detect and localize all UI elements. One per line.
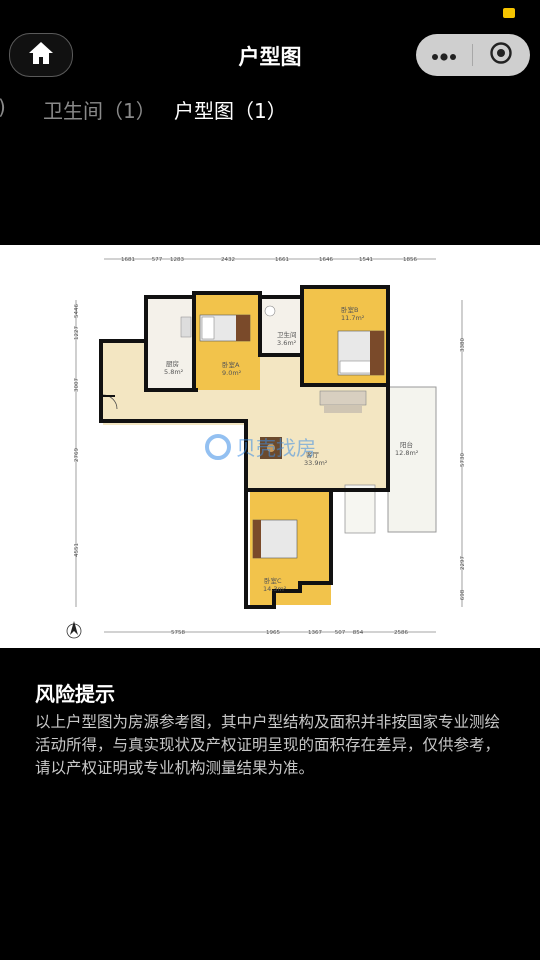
room-balcony-name: 阳台: [400, 440, 413, 449]
room-kitchen-area: 5.8m²: [164, 368, 184, 376]
dim-left-1: 5446: [74, 304, 80, 318]
mini-program-capsule: [416, 34, 530, 76]
watermark: 贝壳找房: [205, 434, 316, 460]
dim-top-8: 1856: [403, 257, 417, 263]
dim-left-2: 1227: [74, 326, 80, 340]
room-living-area: 33.9m²: [304, 459, 328, 467]
room-balcony-area: 12.8m²: [395, 449, 419, 457]
north-arrow-icon: [66, 621, 82, 639]
room-bedroom-c-name: 卧室C: [264, 576, 282, 585]
status-indicator: [503, 8, 515, 18]
dim-left-4: 2769: [74, 448, 80, 462]
dim-right-1: 3380: [460, 338, 466, 352]
tab-bathroom[interactable]: 卫生间（1）: [43, 95, 156, 124]
dim-bottom-5: 854: [353, 630, 364, 636]
risk-title: 风险提示: [35, 682, 115, 706]
dim-right-2: 5730: [460, 453, 466, 467]
room-bedroom-b-name: 卧室B: [341, 305, 358, 314]
tab-floorplan[interactable]: 户型图（1）: [174, 95, 287, 124]
dim-top-5: 1661: [275, 257, 289, 263]
more-dots-icon: [431, 46, 457, 65]
dim-top-4: 2432: [221, 257, 235, 263]
dim-bottom-3: 1367: [308, 630, 322, 636]
room-bedroom-a-area: 9.0m²: [222, 369, 242, 377]
dim-bottom-4: 507: [335, 630, 346, 636]
close-miniprogram-button[interactable]: [473, 34, 529, 76]
room-kitchen-name: 厨房: [166, 359, 179, 368]
dim-top-7: 1541: [359, 257, 373, 263]
dim-bottom-1: 5758: [171, 630, 185, 636]
floorplan-image[interactable]: 1681 577 1283 2432 1661 1646 1541 1856 5…: [0, 245, 540, 648]
room-bedroom-b-area: 11.7m²: [341, 314, 365, 322]
target-circle-icon: [489, 41, 513, 69]
dim-top-6: 1646: [319, 257, 333, 263]
watermark-text: 贝壳找房: [236, 436, 316, 460]
room-bathroom-name: 卫生间: [277, 330, 297, 339]
room-bedroom-c-area: 14.3m²: [263, 585, 287, 593]
dim-right-4: 698: [460, 589, 466, 600]
tab-previous[interactable]: ): [0, 95, 6, 119]
risk-body: 以上户型图为房源参考图，其中户型结构及面积并非按国家专业测绘活动所得，与真实现状…: [35, 713, 501, 777]
dim-top-1: 1681: [121, 257, 135, 263]
dim-bottom-2: 1965: [266, 630, 280, 636]
more-button[interactable]: [416, 34, 472, 76]
category-tabs: ) 卫生间（1） 户型图（1）: [0, 95, 540, 125]
dim-left-5: 4551: [74, 543, 80, 557]
room-bathroom-area: 3.6m²: [277, 339, 297, 347]
room-bedroom-a-name: 卧室A: [222, 360, 240, 369]
floorplan-drawing: 1681 577 1283 2432 1661 1646 1541 1856 5…: [66, 257, 466, 639]
dim-top-2: 577: [152, 257, 163, 263]
dim-right-3: 2297: [460, 556, 466, 570]
dim-bottom-6: 2586: [394, 630, 408, 636]
dim-left-3: 3007: [74, 378, 80, 392]
dim-top-3: 1283: [170, 257, 184, 263]
